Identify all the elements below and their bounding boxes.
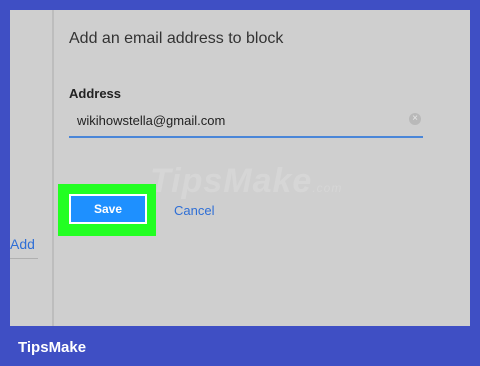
clear-icon[interactable]: × [409,113,421,125]
watermark-logo: TipsMake.com [150,162,342,201]
address-input[interactable] [69,108,397,132]
dialog-heading: Add an email address to block [69,30,284,47]
sidebar-add-underline [10,258,38,259]
footer-brand: TipsMake [18,339,87,356]
sidebar-divider [52,10,54,326]
address-field: × [69,108,423,138]
address-label: Address [69,86,122,101]
watermark-tld: .com [312,181,343,195]
watermark-text: TipsMake [150,162,313,200]
sidebar-add-link[interactable]: Add [10,236,35,252]
screenshot-area: Add Add an email address to block Addres… [10,10,470,326]
save-button[interactable]: Save [69,194,147,224]
cancel-button[interactable]: Cancel [174,203,214,218]
